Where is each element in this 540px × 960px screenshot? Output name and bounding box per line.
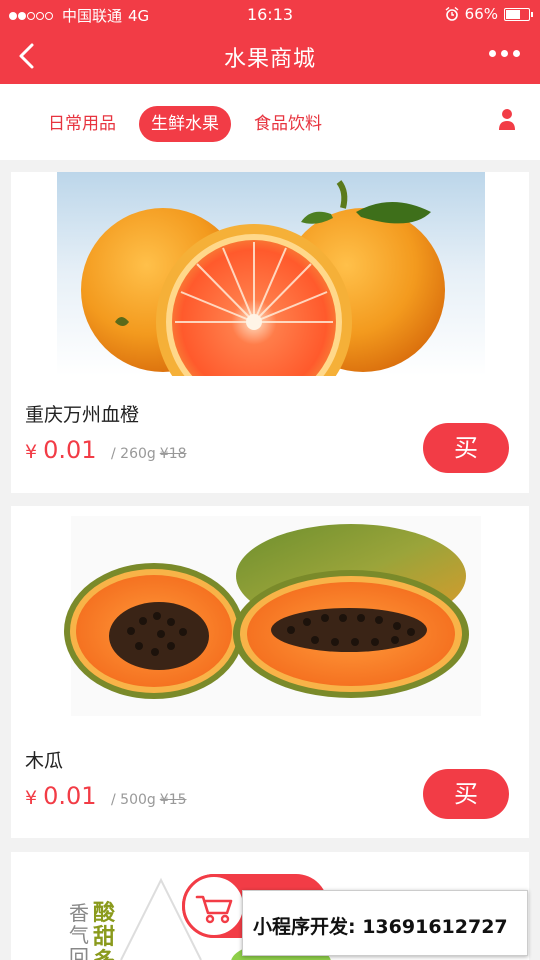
shopping-cart-icon [195, 895, 233, 924]
product-price: ¥0.01 [25, 436, 97, 464]
status-bar: 中国联通 4G 16:13 66% [0, 0, 540, 28]
unit-and-original-price: / 260g ¥18 [111, 446, 187, 462]
alarm-icon [445, 7, 459, 21]
price-value: 0.01 [43, 782, 97, 810]
papaya-image [64, 516, 481, 716]
original-price: ¥18 [159, 446, 187, 462]
price-value: 0.01 [43, 436, 97, 464]
product-name: 重庆万州血橙 [25, 404, 140, 426]
category-tabs: 日常用品 生鲜水果 食品饮料 [0, 84, 540, 160]
product-name: 木瓜 [25, 750, 64, 772]
promo-text-1: 香气回 [69, 901, 89, 960]
buy-button[interactable]: 买 [423, 423, 509, 473]
ad-banner: 小程序开发: 13691612727 [242, 890, 528, 956]
tab-daily-goods[interactable]: 日常用品 [36, 106, 128, 142]
product-card[interactable]: 重庆万州血橙 ¥0.01 / 260g ¥18 买 [11, 172, 529, 493]
dot [489, 50, 496, 57]
blood-orange-image [57, 172, 485, 376]
promo-text-2: 酸甜多 [93, 901, 116, 960]
battery-icon [504, 7, 533, 21]
original-price: ¥15 [159, 792, 187, 808]
currency-symbol: ¥ [25, 787, 38, 809]
buy-button[interactable]: 买 [423, 769, 509, 819]
status-right: 66% [445, 5, 533, 23]
currency-symbol: ¥ [25, 441, 38, 463]
battery-fill [506, 9, 520, 19]
product-card[interactable]: 木瓜 ¥0.01 / 500g ¥15 买 [11, 506, 529, 838]
tab-fresh-fruit[interactable]: 生鲜水果 [139, 106, 231, 142]
user-icon[interactable] [498, 108, 516, 132]
dot [513, 50, 520, 57]
cart-circle [182, 874, 246, 938]
unit: / 260g [111, 446, 156, 462]
page-title: 水果商城 [223, 47, 316, 72]
dot [501, 50, 508, 57]
product-price: ¥0.01 [25, 782, 97, 810]
unit: / 500g [111, 792, 156, 808]
nav-bar: 水果商城 [0, 28, 540, 84]
battery-percent: 66% [464, 5, 498, 23]
tab-food-drinks[interactable]: 食品饮料 [242, 106, 334, 142]
more-dots-icon[interactable] [489, 50, 520, 57]
unit-and-original-price: / 500g ¥15 [111, 792, 187, 808]
